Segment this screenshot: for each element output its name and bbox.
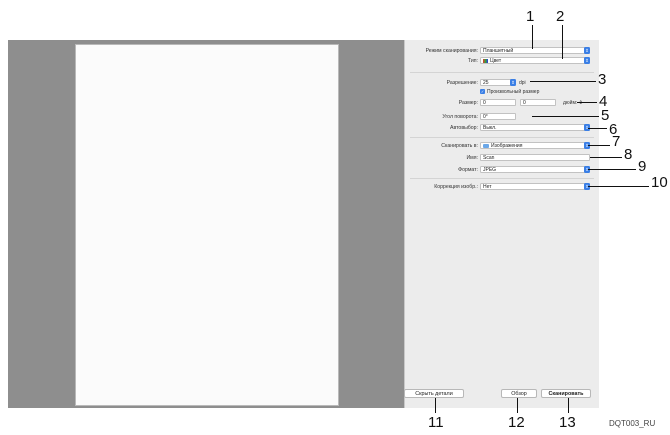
auto-select-label: Автовыбор: xyxy=(450,125,478,131)
callout-line-7 xyxy=(588,145,610,146)
scan-settings-panel xyxy=(404,40,599,408)
size-unit[interactable]: дюйм: ⇕ xyxy=(563,100,583,106)
type-label: Тип: xyxy=(467,58,478,64)
callout-11: 11 xyxy=(428,414,444,431)
callout-line-6 xyxy=(588,128,607,129)
size-unit-value: дюйм xyxy=(563,100,576,106)
type-select[interactable]: Цвет ⇕ xyxy=(480,57,590,64)
folder-icon xyxy=(483,143,489,148)
auto-select-value: Выкл. xyxy=(483,125,497,131)
callout-line-8 xyxy=(590,157,622,158)
resolution-value: 25 xyxy=(483,80,489,86)
browse-button[interactable]: Обзор xyxy=(501,389,537,398)
type-value: Цвет xyxy=(490,58,502,64)
rotation-field[interactable]: 0° xyxy=(480,113,516,120)
document-code: DQT003_RU xyxy=(609,419,656,428)
callout-line-1 xyxy=(532,25,533,49)
callout-10: 10 xyxy=(651,174,668,191)
callout-13: 13 xyxy=(559,414,576,431)
resolution-select[interactable]: 25 ⇕ xyxy=(480,79,516,86)
custom-size-label: Произвольный размер xyxy=(487,89,540,95)
size-height-field[interactable]: 0 xyxy=(520,99,556,106)
rotation-label: Угол поворота: xyxy=(442,114,478,120)
callout-line-5 xyxy=(532,116,599,117)
correction-value: Нет xyxy=(483,184,492,190)
callout-line-12 xyxy=(517,398,518,413)
callout-7: 7 xyxy=(612,133,621,150)
resolution-unit: dpi xyxy=(519,80,526,86)
scan-button[interactable]: Сканировать xyxy=(541,389,591,398)
format-label: Формат: xyxy=(458,167,478,173)
scan-to-value: Изображения xyxy=(491,143,523,149)
callout-line-3 xyxy=(530,81,596,82)
scan-to-label: Сканировать в: xyxy=(441,143,478,149)
scan-to-select[interactable]: Изображения ⇕ xyxy=(480,142,590,149)
callout-2: 2 xyxy=(556,8,565,25)
callout-line-13 xyxy=(568,398,569,413)
resolution-label: Разрешение: xyxy=(446,80,478,86)
callout-line-11 xyxy=(435,398,436,413)
correction-select[interactable]: Нет ⇕ xyxy=(480,183,590,190)
callout-12: 12 xyxy=(508,414,525,431)
scan-mode-select[interactable]: Планшетный ⇕ xyxy=(480,47,590,54)
callout-1: 1 xyxy=(526,8,535,25)
size-width-field[interactable]: 0 xyxy=(480,99,516,106)
callout-line-2 xyxy=(562,25,563,59)
chevron-updown-icon: ⇕ xyxy=(584,57,590,64)
separator xyxy=(410,137,594,138)
scan-preview-page[interactable] xyxy=(75,44,339,406)
separator xyxy=(410,178,594,179)
separator xyxy=(410,72,594,73)
callout-9: 9 xyxy=(638,158,647,175)
auto-select-select[interactable]: Выкл. ⇕ xyxy=(480,124,590,131)
callout-3: 3 xyxy=(598,71,607,88)
scan-mode-value: Планшетный xyxy=(483,48,514,54)
callout-line-10 xyxy=(588,186,649,187)
name-field[interactable]: Scan xyxy=(480,154,590,161)
correction-label: Коррекция изобр.: xyxy=(434,184,478,190)
hide-details-button[interactable]: Скрыть детали xyxy=(404,389,464,398)
chevron-updown-icon: ⇕ xyxy=(510,79,516,86)
size-label: Размер: xyxy=(458,100,478,106)
name-label: Имя: xyxy=(466,155,478,161)
color-swatch-icon xyxy=(483,58,488,63)
custom-size-checkbox[interactable]: ✓ xyxy=(480,89,485,94)
format-select[interactable]: JPEG ⇕ xyxy=(480,166,590,173)
callout-line-4 xyxy=(577,102,597,103)
format-value: JPEG xyxy=(483,167,497,173)
scan-mode-label: Режим сканирования: xyxy=(425,48,478,54)
callout-8: 8 xyxy=(624,146,633,163)
chevron-updown-icon: ⇕ xyxy=(584,47,590,54)
callout-line-9 xyxy=(588,169,636,170)
